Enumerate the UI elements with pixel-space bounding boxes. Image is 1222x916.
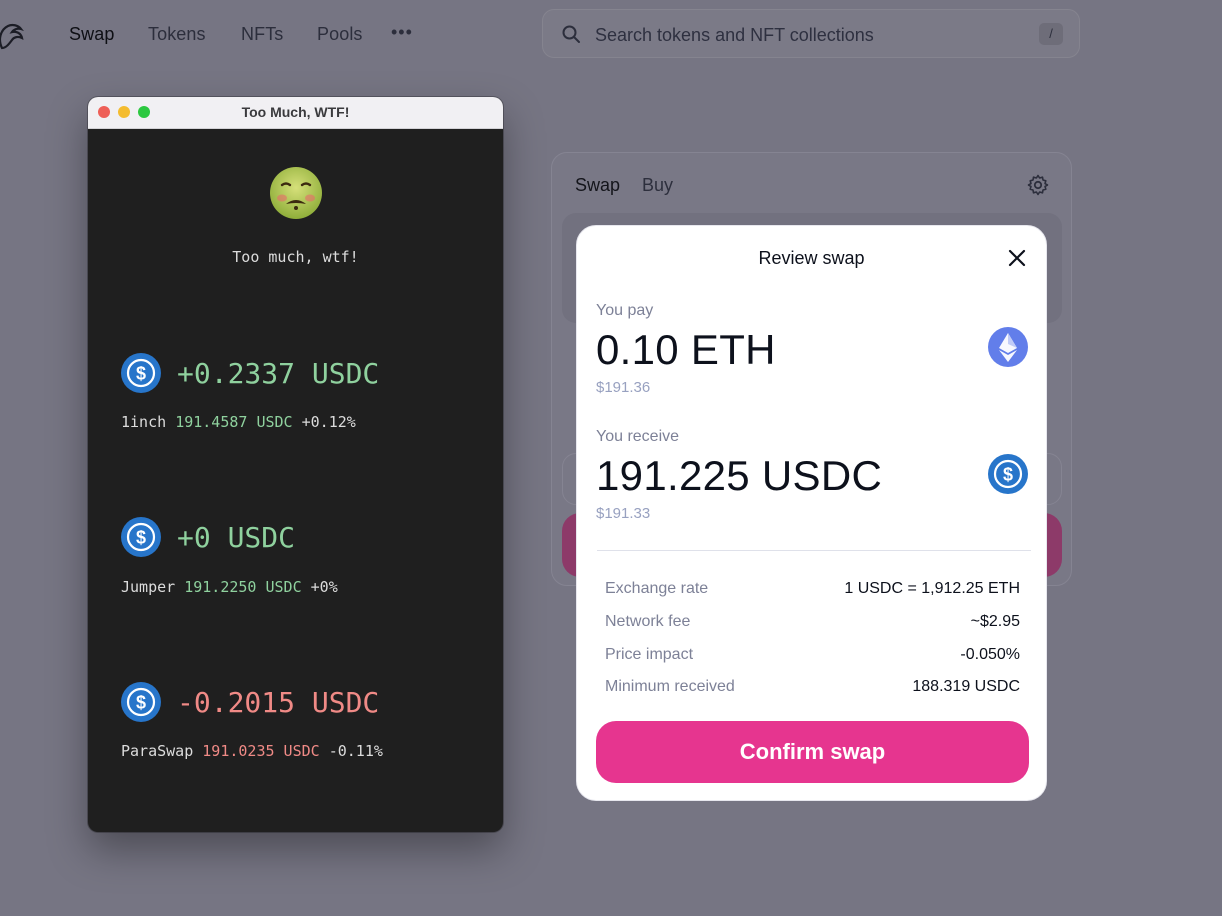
terminal-heading: Too much, wtf! [232,248,359,266]
search-shortcut-hint: / [1039,23,1063,45]
quote-detail: 1inch 191.4587 USDC +0.12% [121,413,356,431]
detail-value: 188.319 USDC [912,678,1020,695]
terminal-window: Too Much, WTF! Too much, wtf! $ +0.2337 … [88,97,503,832]
search-input[interactable] [593,22,1017,48]
nav-pools[interactable]: Pools [317,24,363,45]
nauseated-face-icon [270,167,322,219]
search-bar[interactable]: / [542,9,1080,58]
usdc-coin-icon: $ [121,517,161,557]
receive-amount: 191.225 USDC [596,452,883,499]
detail-key: Exchange rate [605,580,709,597]
close-icon[interactable] [1007,248,1027,268]
nav-nfts[interactable]: NFTs [241,24,283,45]
svg-text:$: $ [136,528,146,548]
more-dots-icon[interactable]: ••• [391,22,413,43]
uniswap-logo-icon[interactable] [0,18,30,54]
svg-text:$: $ [136,364,146,384]
nav-swap[interactable]: Swap [69,24,114,45]
pay-usd: $191.36 [596,379,651,396]
terminal-titlebar: Too Much, WTF! [88,97,503,129]
eth-coin-icon [988,327,1028,367]
receive-usd: $191.33 [596,505,651,522]
pay-label: You pay [596,302,654,319]
quote-diff: +0% [310,578,338,596]
gear-icon[interactable] [1026,173,1050,197]
quote-source: ParaSwap [121,742,194,760]
search-icon [562,25,580,43]
quote-diff: +0.12% [301,413,356,431]
quote-detail: Jumper 191.2250 USDC +0% [121,578,338,596]
usdc-coin-icon: $ [121,353,161,393]
quote-amount: -0.2015 USDC [177,686,380,719]
terminal-title: Too Much, WTF! [241,104,350,120]
quote-price: 191.4587 USDC [175,413,293,431]
detail-value: -0.050% [960,646,1020,663]
tab-swap[interactable]: Swap [575,175,620,196]
quote-source: 1inch [121,413,167,431]
tab-buy[interactable]: Buy [642,175,673,196]
usdc-coin-icon: $ [121,682,161,722]
quote-amount: +0 USDC [177,521,296,554]
review-swap-modal: Review swap You pay 0.10 ETH $191.36 You… [576,225,1047,801]
quote-amount: +0.2337 USDC [177,357,380,390]
svg-text:$: $ [1003,465,1013,485]
detail-value: ~$2.95 [970,613,1020,630]
detail-key: Network fee [605,613,691,630]
usdc-coin-icon: $ [988,454,1028,494]
quote-diff: -0.11% [328,742,383,760]
divider [597,550,1031,551]
quote-source: Jumper [121,578,176,596]
quote-price: 191.0235 USDC [202,742,320,760]
pay-amount: 0.10 ETH [596,326,776,373]
nav-tokens[interactable]: Tokens [148,24,206,45]
detail-value: 1 USDC = 1,912.25 ETH [844,580,1020,597]
receive-label: You receive [596,428,680,445]
detail-key: Minimum received [605,678,735,695]
modal-title: Review swap [758,248,865,268]
quote-detail: ParaSwap 191.0235 USDC -0.11% [121,742,383,760]
detail-key: Price impact [605,646,694,663]
svg-text:$: $ [136,693,146,713]
confirm-swap-button[interactable]: Confirm swap [596,721,1029,783]
quote-price: 191.2250 USDC [184,578,302,596]
